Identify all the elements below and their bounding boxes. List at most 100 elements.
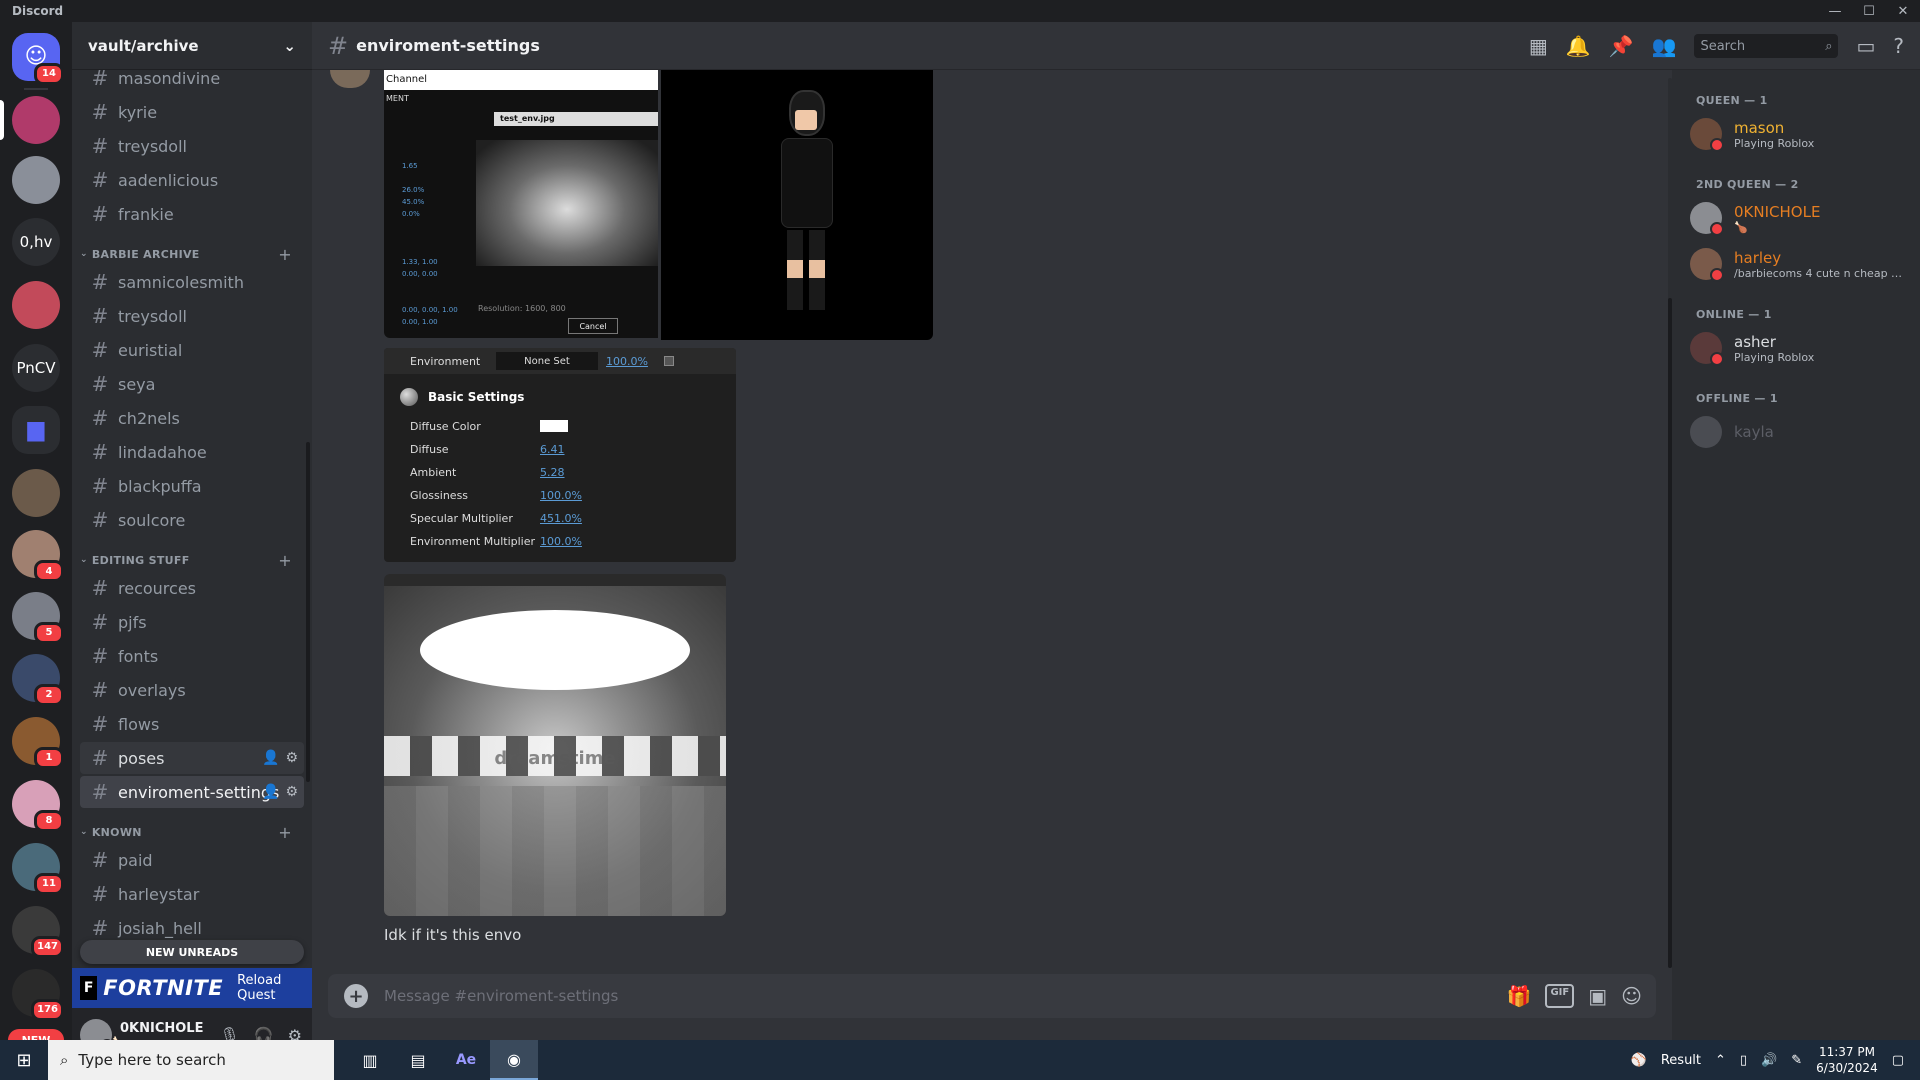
notifications-icon[interactable]: ▢ bbox=[1892, 1053, 1904, 1068]
member-item[interactable]: harley/barbiecoms 4 cute n cheap e... bbox=[1688, 242, 1912, 286]
channel-frankie[interactable]: # frankie bbox=[80, 198, 304, 230]
help-icon[interactable]: ? bbox=[1893, 34, 1904, 58]
new-unreads-pill[interactable]: NEW UNREADS bbox=[80, 940, 304, 964]
emoji-icon[interactable]: ☺ bbox=[1621, 984, 1642, 1008]
clock[interactable]: 11:37 PM 6/30/2024 bbox=[1816, 1044, 1878, 1076]
channel-treysdoll[interactable]: # treysdoll bbox=[80, 300, 304, 332]
close-icon[interactable]: ✕ bbox=[1886, 0, 1920, 22]
category-header[interactable]: ⌄ EDITING STUFF + bbox=[74, 550, 310, 570]
chevron-up-icon[interactable]: ⌃ bbox=[1715, 1053, 1726, 1068]
server-icon[interactable]: 2 bbox=[12, 653, 64, 706]
mlb-icon[interactable]: ⚾ bbox=[1631, 1053, 1647, 1068]
pen-icon[interactable]: ✎ bbox=[1791, 1053, 1802, 1068]
channel-kyrie[interactable]: # kyrie bbox=[80, 96, 304, 128]
result-label[interactable]: Result bbox=[1661, 1053, 1701, 1068]
bell-icon[interactable]: 🔔 bbox=[1566, 34, 1591, 58]
attachment-image[interactable]: Environment None Set 100.0% Basic Settin… bbox=[384, 348, 736, 562]
channel-recources[interactable]: # recources bbox=[80, 572, 304, 604]
channel-euristial[interactable]: # euristial bbox=[80, 334, 304, 366]
gear-icon[interactable]: ⚙ bbox=[285, 750, 298, 766]
guild-header[interactable]: vault/archive ⌄ bbox=[72, 22, 312, 70]
channel-soulcore[interactable]: # soulcore bbox=[80, 504, 304, 536]
task-view-icon[interactable]: ▥ bbox=[346, 1040, 394, 1080]
member-item[interactable]: mason Playing Roblox bbox=[1688, 112, 1912, 156]
members-icon[interactable]: 👥 bbox=[1652, 34, 1677, 58]
channel-ch2nels[interactable]: # ch2nels bbox=[80, 402, 304, 434]
pin-icon[interactable]: 📌 bbox=[1609, 34, 1634, 58]
server-icon[interactable]: 4 bbox=[12, 530, 64, 583]
channel-harleystar[interactable]: # harleystar bbox=[80, 878, 304, 910]
notepad-icon[interactable]: ▤ bbox=[394, 1040, 442, 1080]
taskbar-search-input[interactable]: ⌕ Type here to search bbox=[48, 1040, 334, 1080]
member-item[interactable]: asher Playing Roblox bbox=[1688, 326, 1912, 370]
add-channel-icon[interactable]: + bbox=[278, 245, 292, 264]
channel-treysdoll[interactable]: # treysdoll bbox=[80, 130, 304, 162]
threads-icon[interactable]: ▦ bbox=[1529, 34, 1548, 58]
channel-samnicolesmith[interactable]: # samnicolesmith bbox=[80, 266, 304, 298]
server-icon[interactable]: 1 bbox=[12, 716, 64, 769]
server-icon[interactable]: 8 bbox=[12, 779, 64, 832]
invite-icon[interactable]: 👤 bbox=[262, 750, 279, 766]
unread-badge: 1 bbox=[34, 746, 64, 769]
category-header[interactable]: ⌄ BARBIE ARCHIVE + bbox=[74, 244, 310, 264]
member-item[interactable]: 0KNICHOLE 🍗 bbox=[1688, 196, 1912, 240]
category-header[interactable]: ⌄ KNOWN + bbox=[74, 822, 310, 842]
avatar[interactable] bbox=[330, 70, 370, 88]
gear-icon[interactable]: ⚙ bbox=[285, 784, 298, 800]
after-effects-icon[interactable]: Ae bbox=[442, 1040, 490, 1080]
channel-fonts[interactable]: # fonts bbox=[80, 640, 304, 672]
channel-masondivine[interactable]: # masondivine bbox=[80, 70, 304, 94]
inbox-icon[interactable]: ▭ bbox=[1856, 34, 1875, 58]
gif-button[interactable]: GIF bbox=[1545, 984, 1575, 1008]
attachment-image[interactable]: Channel MENT test_env.jpg 1.65 26.0% 45.0… bbox=[384, 70, 658, 338]
channel-poses[interactable]: # poses 👤 ⚙ bbox=[80, 742, 304, 774]
channel-paid[interactable]: # paid bbox=[80, 844, 304, 876]
server-icon[interactable]: 176 bbox=[12, 968, 64, 1021]
windows-start-icon[interactable]: ⊞ bbox=[0, 1040, 48, 1080]
attachment-image[interactable] bbox=[661, 70, 933, 340]
add-channel-icon[interactable]: + bbox=[278, 823, 292, 842]
server-icon[interactable]: ▆ bbox=[12, 405, 60, 454]
sticker-icon[interactable]: ▣ bbox=[1588, 984, 1607, 1008]
hash-icon: # bbox=[328, 31, 349, 60]
channel-seya[interactable]: # seya bbox=[80, 368, 304, 400]
channel-label: poses bbox=[118, 748, 165, 768]
attachment-image[interactable]: dreamstime bbox=[384, 574, 726, 916]
discord-icon[interactable]: ◉ bbox=[490, 1040, 538, 1080]
channel-scrollbar[interactable] bbox=[306, 442, 310, 782]
headphones-icon[interactable]: 🎧 bbox=[254, 1026, 274, 1041]
gift-icon[interactable]: 🎁 bbox=[1507, 984, 1532, 1008]
server-icon[interactable] bbox=[12, 156, 60, 205]
member-item[interactable]: kayla bbox=[1688, 410, 1912, 454]
maximize-icon[interactable]: ☐ bbox=[1852, 0, 1886, 22]
server-icon[interactable]: 11 bbox=[12, 842, 64, 895]
quest-banner[interactable]: F FORTNITE Reload Quest bbox=[72, 968, 312, 1008]
server-icon[interactable] bbox=[12, 280, 60, 329]
channel-lindadahoe[interactable]: # lindadahoe bbox=[80, 436, 304, 468]
channel-flows[interactable]: # flows bbox=[80, 708, 304, 740]
avatar[interactable] bbox=[80, 1019, 114, 1040]
minimize-icon[interactable]: — bbox=[1818, 0, 1852, 22]
channel-overlays[interactable]: # overlays bbox=[80, 674, 304, 706]
network-icon[interactable]: ▯ bbox=[1740, 1053, 1747, 1068]
invite-icon[interactable]: 👤 bbox=[262, 784, 279, 800]
microphone-icon[interactable]: 🎙 bbox=[219, 1026, 239, 1041]
gear-icon[interactable]: ⚙ bbox=[288, 1026, 302, 1041]
server-icon[interactable] bbox=[12, 468, 60, 517]
server-icon[interactable]: 5 bbox=[12, 591, 64, 644]
channel-enviroment-settings[interactable]: # enviroment-settings 👤 ⚙ bbox=[80, 776, 304, 808]
server-icon[interactable]: 0,hv bbox=[12, 217, 60, 266]
message-input[interactable] bbox=[384, 987, 1507, 1005]
server-icon[interactable]: 147 bbox=[12, 905, 64, 958]
channel-aadenlicious[interactable]: # aadenlicious bbox=[80, 164, 304, 196]
server-icon[interactable] bbox=[0, 95, 60, 144]
channel-pjfs[interactable]: # pjfs bbox=[80, 606, 304, 638]
add-attachment-button[interactable]: + bbox=[344, 984, 368, 1008]
add-channel-icon[interactable]: + bbox=[278, 551, 292, 570]
search-input[interactable]: Search ⌕ bbox=[1694, 34, 1839, 58]
server-icon[interactable]: PnCV bbox=[12, 343, 60, 392]
channel-blackpuffa[interactable]: # blackpuffa bbox=[80, 470, 304, 502]
volume-icon[interactable]: 🔊 bbox=[1761, 1053, 1777, 1068]
server-icon[interactable]: ☺ 14 bbox=[12, 32, 64, 85]
new-servers-pill[interactable]: NEW bbox=[8, 1029, 64, 1040]
